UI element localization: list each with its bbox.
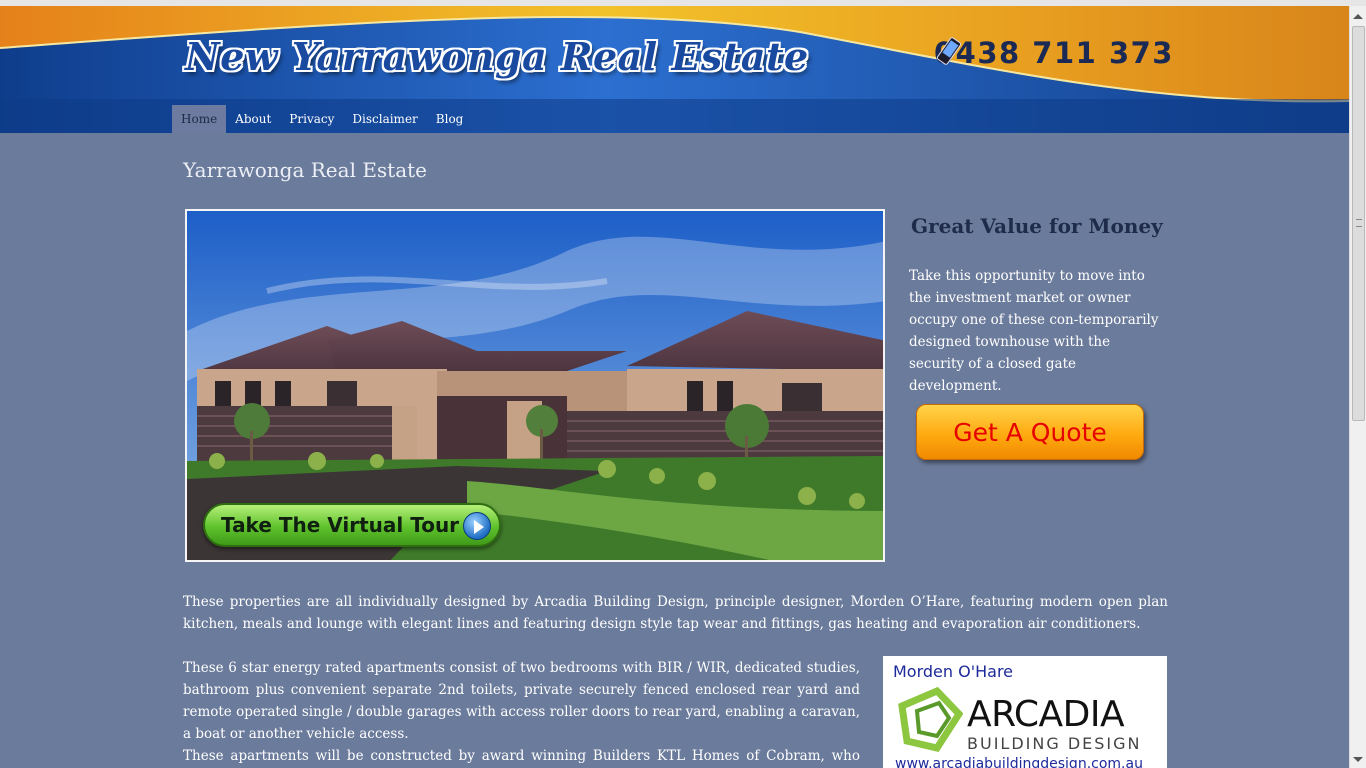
- site-title[interactable]: New Yarrawonga Real Estate: [185, 34, 809, 79]
- scroll-up-icon[interactable]: [1353, 14, 1363, 19]
- vertical-scrollbar[interactable]: [1349, 6, 1366, 768]
- nav-home[interactable]: Home: [172, 105, 227, 133]
- arcadia-logo[interactable]: Morden O'Hare ARCADIA BUILDING DESIGN ww…: [883, 656, 1167, 768]
- main-nav: Home About Privacy Disclaimer Blog: [172, 105, 472, 133]
- scroll-thumb[interactable]: [1352, 26, 1365, 421]
- logo-url: www.arcadiabuildingdesign.com.au: [895, 756, 1143, 768]
- logo-brand: ARCADIA: [967, 694, 1125, 735]
- nav-about[interactable]: About: [226, 105, 280, 133]
- nav-privacy[interactable]: Privacy: [280, 105, 343, 133]
- nav-blog[interactable]: Blog: [427, 105, 473, 133]
- hero-image: Take The Virtual Tour: [185, 209, 885, 562]
- get-quote-button[interactable]: Get A Quote: [916, 404, 1144, 460]
- sidebar-heading: Great Value for Money: [911, 214, 1163, 238]
- sidebar-text: Take this opportunity to move into the i…: [909, 268, 1159, 394]
- scroll-down-icon[interactable]: [1353, 757, 1363, 762]
- phone-number: 0438 711 373: [934, 36, 1174, 70]
- virtual-tour-button[interactable]: Take The Virtual Tour: [203, 503, 501, 547]
- mobile-phone-icon: [936, 37, 962, 65]
- logo-subtitle: BUILDING DESIGN: [967, 734, 1142, 753]
- features-paragraph: These 6 star energy rated apartments con…: [183, 660, 860, 742]
- site-header: New Yarrawonga Real Estate 0438 711 373 …: [0, 6, 1349, 133]
- logo-designer-name: Morden O'Hare: [893, 662, 1014, 681]
- arcadia-mark-icon: [898, 686, 963, 752]
- phone-contact: 0438 711 373: [934, 36, 1174, 70]
- scroll-grip-icon: [1356, 219, 1362, 227]
- get-quote-label: Get A Quote: [953, 417, 1107, 447]
- virtual-tour-label: Take The Virtual Tour: [221, 513, 460, 537]
- play-arrow-icon: [463, 512, 491, 540]
- builder-paragraph: These apartments will be constructed by …: [183, 748, 860, 764]
- page-title: Yarrawonga Real Estate: [183, 158, 428, 182]
- nav-disclaimer[interactable]: Disclaimer: [343, 105, 426, 133]
- intro-paragraph: These properties are all individually de…: [183, 594, 1168, 632]
